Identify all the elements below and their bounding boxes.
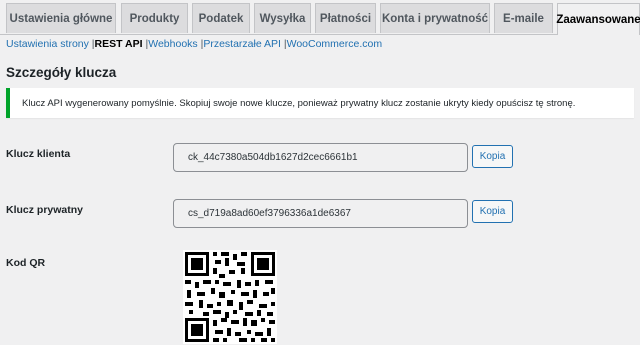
consumer-key-field[interactable]	[173, 143, 468, 172]
page-title: Szczegóły klucza	[6, 65, 117, 80]
tab-shipping[interactable]: Wysyłka	[254, 3, 311, 33]
consumer-secret-field[interactable]	[173, 199, 468, 228]
subnav-woocommerce-com[interactable]: WooCommerce.com	[287, 38, 383, 50]
tab-emails[interactable]: E-maile	[494, 3, 553, 33]
copy-consumer-key-button[interactable]: Kopia	[472, 145, 513, 168]
tab-general[interactable]: Ustawienia główne	[6, 3, 116, 33]
subnav-legacy-api[interactable]: Przestarzałe API	[203, 38, 281, 50]
success-notice: Klucz API wygenerowany pomyślnie. Skopiu…	[6, 88, 634, 118]
subnav-webhooks[interactable]: Webhooks	[148, 38, 197, 50]
subnav: Ustawienia strony |REST API |Webhooks |P…	[6, 38, 382, 50]
qr-code-label: Kod QR	[6, 257, 46, 269]
subnav-page-setup[interactable]: Ustawienia strony	[6, 38, 89, 50]
subnav-rest-api: REST API	[94, 38, 143, 50]
qr-code-icon	[183, 250, 277, 344]
consumer-secret-label: Klucz prywatny	[6, 204, 84, 216]
tab-advanced[interactable]: Zaawansowane	[556, 3, 640, 35]
consumer-key-label: Klucz klienta	[6, 148, 71, 160]
tab-accounts-privacy[interactable]: Konta i prywatność	[380, 3, 490, 33]
copy-consumer-secret-button[interactable]: Kopia	[472, 200, 513, 223]
tab-payments[interactable]: Płatności	[315, 3, 376, 33]
notice-text: Klucz API wygenerowany pomyślnie. Skopiu…	[22, 97, 576, 109]
tab-tax[interactable]: Podatek	[192, 3, 250, 33]
tab-products[interactable]: Produkty	[121, 3, 188, 33]
settings-tabs: Ustawienia główne Produkty Podatek Wysył…	[0, 0, 640, 35]
